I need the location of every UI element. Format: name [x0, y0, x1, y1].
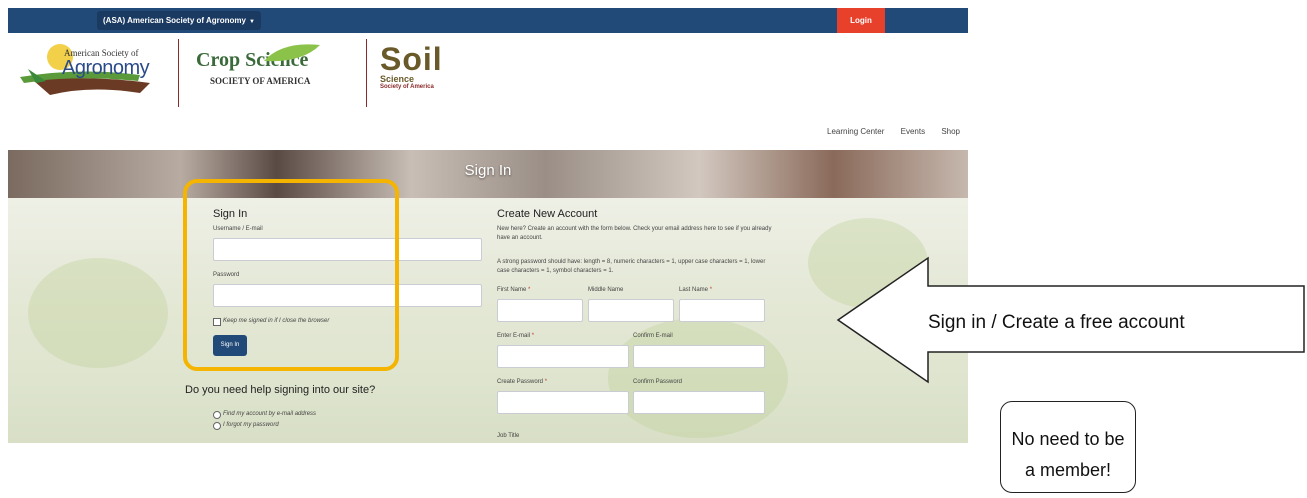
create-account-intro: New here? Create an account with the for… [497, 226, 772, 241]
required-mark: * [544, 379, 548, 385]
hero-banner: Sign In [8, 150, 968, 198]
top-bar: (ASA) American Society of Agronomy ▼ Logi… [8, 8, 968, 33]
confirm-password-label: Confirm Password [633, 379, 683, 385]
required-mark: * [528, 287, 531, 293]
find-account-label[interactable]: Find my account by e-mail address [223, 411, 316, 417]
find-account-radio[interactable] [213, 411, 221, 419]
leaf-icon [264, 44, 320, 62]
enter-email-label-text: Enter E-mail [497, 333, 531, 339]
member-note-line1: No need to be [1011, 429, 1125, 449]
sss-logo[interactable]: Soil Science Society of America [380, 43, 443, 90]
member-note-box: No need to be a member! [1000, 401, 1136, 493]
nav-item-shop[interactable]: Shop [941, 127, 960, 136]
logo-divider [178, 39, 179, 107]
create-password-label-text: Create Password [497, 379, 544, 385]
asa-logo[interactable]: American Society of Agronomy [20, 41, 170, 101]
first-name-label-text: First Name [497, 287, 527, 293]
chevron-down-icon: ▼ [248, 19, 255, 25]
member-note-line2: a member! [1024, 460, 1112, 480]
org-selector-dropdown[interactable]: (ASA) American Society of Agronomy ▼ [97, 11, 261, 30]
forgot-password-label[interactable]: I forgot my password [223, 422, 279, 428]
middle-name-label: Middle Name [588, 287, 624, 293]
nav-item-learning-center[interactable]: Learning Center [827, 127, 884, 136]
job-title-label: Job Title [497, 433, 520, 439]
main-nav: Learning Center Events Shop [813, 127, 960, 136]
nav-item-events[interactable]: Events [901, 127, 925, 136]
confirm-email-label: Confirm E-mail [633, 333, 673, 339]
sss-logo-small-text: Society of America [380, 84, 434, 90]
logo-divider [366, 39, 367, 107]
css-logo[interactable]: Crop Science SOCIETY OF AMERICA [196, 44, 320, 86]
required-mark: * [709, 287, 713, 293]
forgot-password-radio[interactable] [213, 422, 221, 430]
enter-email-input[interactable] [497, 345, 629, 368]
last-name-label-text: Last Name [679, 287, 709, 293]
page-title: Sign In [464, 162, 512, 179]
last-name-input[interactable] [679, 299, 765, 322]
first-name-input[interactable] [497, 299, 583, 322]
org-selector-label: (ASA) American Society of Agronomy [103, 16, 246, 25]
required-mark: * [531, 333, 535, 339]
create-password-input[interactable] [497, 391, 629, 414]
enter-email-label: Enter E-mail * [497, 333, 534, 339]
society-logos: American Society of Agronomy Crop Scienc… [8, 33, 968, 115]
first-name-label: First Name * [497, 287, 530, 293]
signin-highlight-box [183, 179, 399, 371]
create-account-heading: Create New Account [497, 208, 598, 220]
css-logo-small-text: SOCIETY OF AMERICA [210, 76, 311, 86]
login-button[interactable]: Login [837, 8, 885, 33]
password-rules-text: A strong password should have: length = … [497, 259, 766, 274]
confirm-email-input[interactable] [633, 345, 765, 368]
sss-logo-big-text: Soil [380, 41, 443, 77]
confirm-password-input[interactable] [633, 391, 765, 414]
middle-name-input[interactable] [588, 299, 674, 322]
help-heading: Do you need help signing into our site? [185, 384, 376, 396]
create-password-label: Create Password * [497, 379, 547, 385]
member-note-text: No need to be a member! [1001, 424, 1135, 486]
last-name-label: Last Name * [679, 287, 712, 293]
background-leaf [28, 258, 168, 368]
asa-logo-big-text: Agronomy [62, 57, 150, 79]
callout-arrow-text: Sign in / Create a free account [928, 312, 1185, 333]
main-content: Sign In Username / E-mail Password Keep … [8, 198, 968, 443]
